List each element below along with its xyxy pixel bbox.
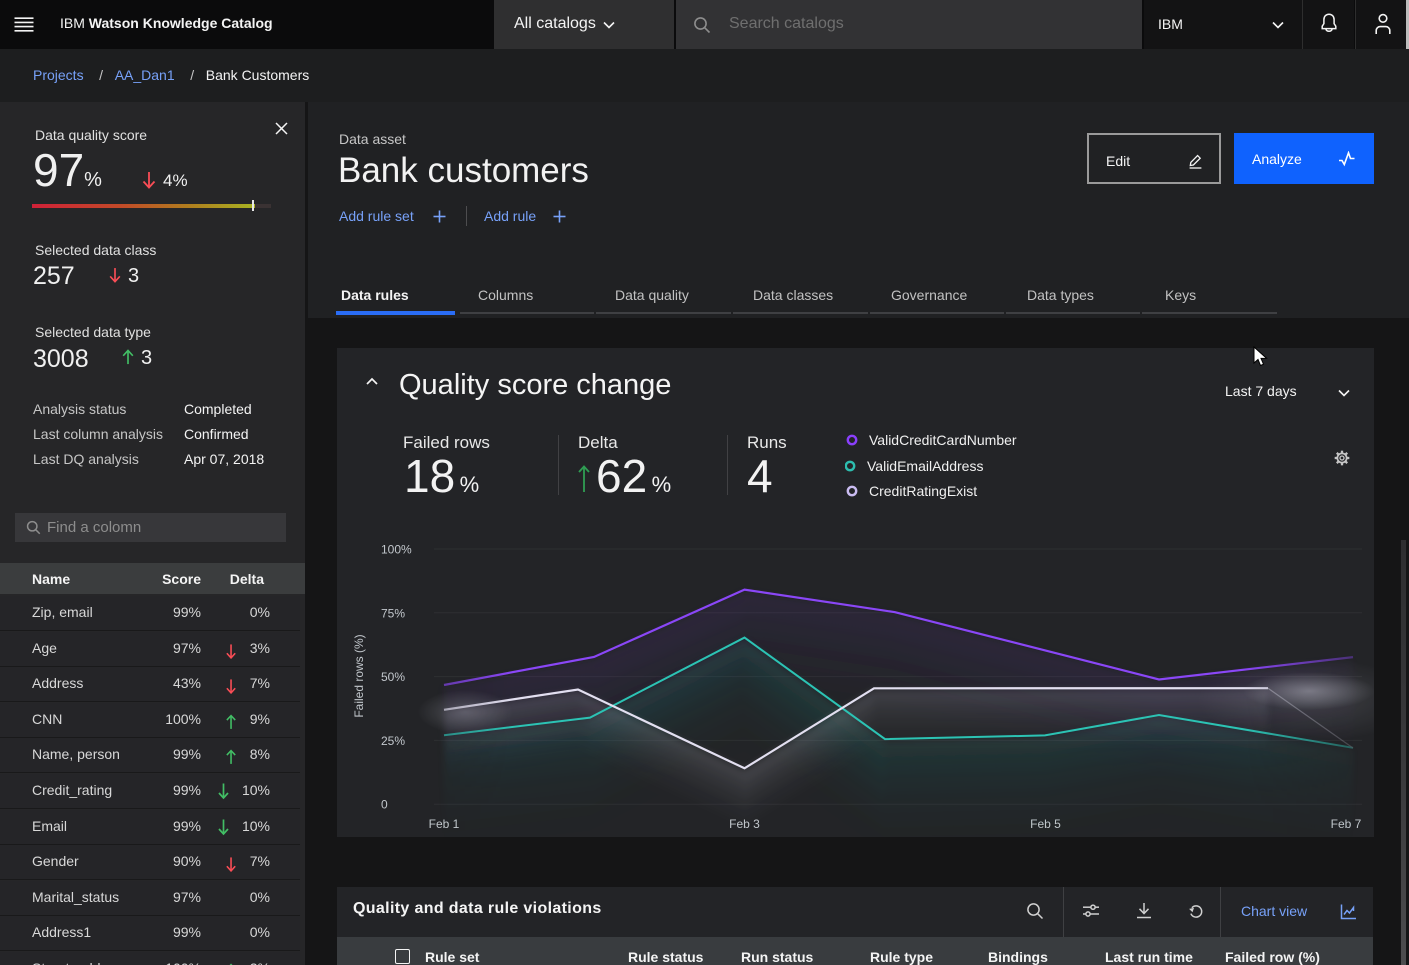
svg-text:50%: 50%	[381, 670, 405, 684]
svg-text:25%: 25%	[381, 734, 405, 748]
svg-text:100%: 100%	[381, 543, 412, 557]
svg-text:75%: 75%	[381, 606, 405, 620]
svg-text:0: 0	[381, 798, 388, 812]
svg-text:Failed rows (%): Failed rows (%)	[352, 634, 366, 717]
